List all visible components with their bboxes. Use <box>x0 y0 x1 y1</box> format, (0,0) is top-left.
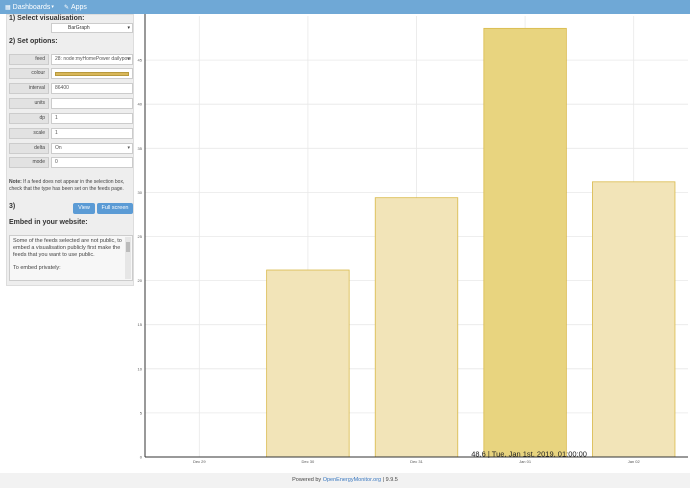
option-row-colour: colour <box>9 68 133 79</box>
y-tick-label: 5 <box>140 410 143 415</box>
x-tick-label: Jan 01 <box>519 459 532 464</box>
option-row-feed: feed 28: node:myHomePower dailypow <box>9 54 133 65</box>
y-tick-label: 0 <box>140 455 143 460</box>
embed-code-box[interactable]: Some of the feeds selected are not publi… <box>9 235 133 281</box>
bar[interactable] <box>374 197 459 458</box>
option-row-units: units <box>9 98 133 109</box>
set-options-heading: 2) Set options: <box>9 38 58 45</box>
visualisation-value: BarGraph <box>68 25 90 31</box>
caret-down-icon: ▾ <box>51 4 54 10</box>
dashboard-icon: ▦ <box>5 4 11 11</box>
x-tick-label: Jan 02 <box>628 459 641 464</box>
footer-version: | 9.9.5 <box>381 477 398 483</box>
bar[interactable] <box>266 269 350 458</box>
visualisation-sidebar: 1) Select visualisation: BarGraph ▾ 2) S… <box>6 14 134 286</box>
option-label: scale <box>9 128 49 139</box>
embed-message: Some of the feeds selected are not publi… <box>13 238 122 258</box>
x-tick-label: Dec 30 <box>302 459 315 464</box>
delta-select[interactable]: On <box>51 143 133 154</box>
option-label: units <box>9 98 49 109</box>
chevron-down-icon: ▾ <box>127 25 130 31</box>
apps-icon: ✎ <box>63 4 69 11</box>
option-label: dp <box>9 113 49 124</box>
embed-heading: Embed in your website: <box>9 219 88 226</box>
option-row-interval: interval 86400 <box>9 83 133 94</box>
dp-input[interactable]: 1 <box>51 113 133 124</box>
view-button[interactable]: View <box>73 203 95 214</box>
option-label: feed <box>9 54 49 65</box>
units-input[interactable] <box>51 98 133 109</box>
scrollbar-thumb[interactable] <box>126 242 130 252</box>
top-navbar: ▦ Dashboards ▾ ✎ Apps <box>0 0 690 14</box>
option-row-delta: delta On <box>9 143 133 154</box>
colour-swatch <box>55 72 129 76</box>
dashboards-label: Dashboards <box>12 3 51 11</box>
y-tick-label: 10 <box>138 366 143 371</box>
note-label: Note: <box>9 179 22 185</box>
option-row-mode: mode 0 <box>9 157 133 168</box>
footer: Powered by OpenEnergyMonitor.org | 9.9.5 <box>0 473 690 488</box>
scale-input[interactable]: 1 <box>51 128 133 139</box>
x-tick-label: Dec 31 <box>410 459 423 464</box>
colour-picker[interactable] <box>51 68 133 79</box>
option-row-scale: scale 1 <box>9 128 133 139</box>
y-tick-label: 35 <box>138 146 143 151</box>
mode-input[interactable]: 0 <box>51 157 133 168</box>
y-tick-label: 25 <box>138 234 143 239</box>
embed-scrollbar[interactable] <box>125 237 131 279</box>
footer-prefix: Powered by <box>292 477 323 483</box>
y-tick-label: 20 <box>138 278 143 283</box>
option-label: mode <box>9 157 49 168</box>
option-label: delta <box>9 143 49 154</box>
apps-label: Apps <box>70 3 87 11</box>
y-tick-label: 30 <box>138 190 143 195</box>
bar[interactable] <box>592 181 676 458</box>
y-tick-label: 40 <box>138 102 143 107</box>
embed-private-label: To embed privately: <box>13 265 61 271</box>
note-text: If a feed does not appear in the selecti… <box>9 179 125 192</box>
bar[interactable] <box>483 27 567 458</box>
option-row-dp: dp 1 <box>9 113 133 124</box>
visualisation-select[interactable]: BarGraph ▾ <box>51 23 133 33</box>
interval-input[interactable]: 86400 <box>51 83 133 94</box>
apps-menu[interactable]: ✎ Apps <box>59 0 92 14</box>
y-tick-label: 15 <box>138 322 143 327</box>
option-label: colour <box>9 68 49 79</box>
x-tick-label: Dec 29 <box>193 459 206 464</box>
value-tooltip: 48.6 | Tue, Jan 1st, 2019, 01:00:00 <box>471 450 587 459</box>
y-tick-label: 45 <box>138 58 143 63</box>
dashboards-menu[interactable]: ▦ Dashboards ▾ <box>0 0 59 14</box>
feed-note: Note: If a feed does not appear in the s… <box>9 179 133 193</box>
fullscreen-button[interactable]: Full screen <box>97 203 133 214</box>
feed-select[interactable]: 28: node:myHomePower dailypow <box>51 54 133 65</box>
select-visualisation-heading: 1) Select visualisation: <box>9 15 85 22</box>
footer-link[interactable]: OpenEnergyMonitor.org <box>323 477 381 483</box>
option-label: interval <box>9 83 49 94</box>
bar-chart[interactable]: 0 5 10 15 20 25 30 35 40 45 Dec 29 Dec 30 Dec 31 Jan … <box>136 14 690 473</box>
step-3-heading: 3) <box>9 203 16 210</box>
